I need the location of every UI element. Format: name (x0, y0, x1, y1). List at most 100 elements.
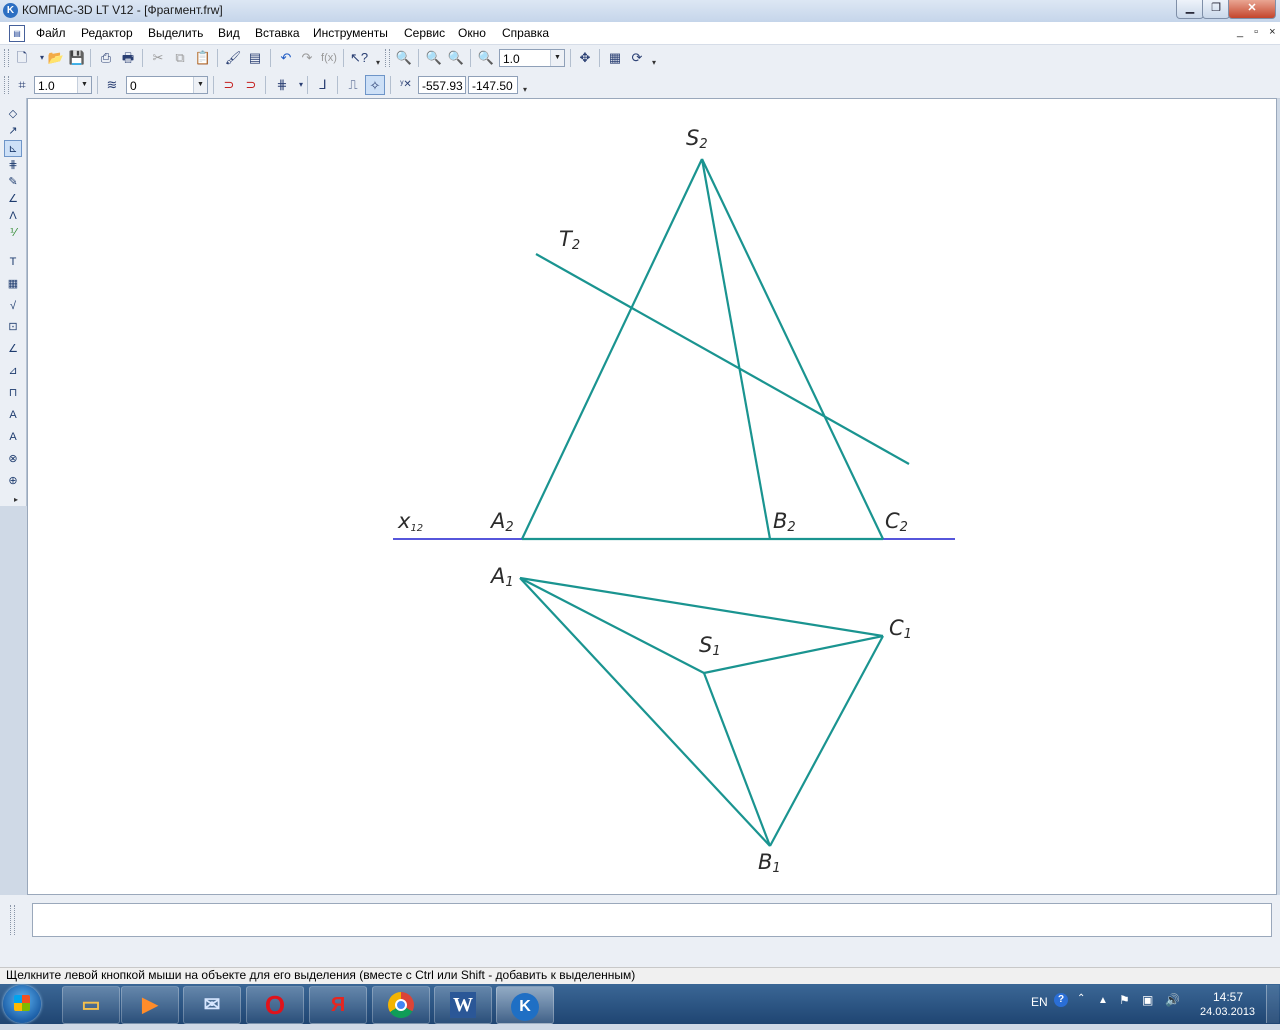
panel-expand-icon[interactable]: ▸ (14, 495, 18, 504)
toolbar-more-icon[interactable]: ▾ (521, 76, 529, 94)
zoom-in-icon[interactable]: 🔍 (424, 48, 444, 68)
chevron-down-icon[interactable]: ▼ (550, 50, 564, 66)
coord-y-field[interactable]: -147.50 (468, 76, 518, 94)
tolerance-icon[interactable]: ⊓ (4, 385, 22, 402)
options-icon[interactable]: ⌃ (1077, 993, 1085, 1004)
copy-icon[interactable]: ⧉ (170, 48, 190, 68)
roughness-icon[interactable]: √ (4, 298, 22, 315)
restore-button[interactable]: ❐ (1202, 0, 1230, 19)
text-icon[interactable]: T (4, 254, 22, 271)
mail-icon[interactable]: ✉ (183, 986, 241, 1024)
grid-icon[interactable]: ⋕ (272, 75, 292, 95)
yandex-icon[interactable]: Я (309, 986, 367, 1024)
cut-icon[interactable]: ✂ (148, 48, 168, 68)
close-button[interactable]: ✕ (1228, 0, 1276, 19)
position-leader-icon[interactable]: ⊿ (4, 363, 22, 380)
zoom-combo[interactable]: 1.0 ▼ (499, 49, 565, 67)
cursor-step-icon[interactable]: ⌗ (12, 75, 32, 95)
clock-time[interactable]: 14:57 (1213, 990, 1243, 1004)
panel-grip[interactable] (10, 905, 15, 935)
show-all-icon[interactable]: ▦ (605, 48, 625, 68)
step-combo[interactable]: 1.0 ▼ (34, 76, 92, 94)
menu-editor[interactable]: Редактор (81, 26, 133, 40)
function-icon[interactable]: f(x) (319, 48, 339, 68)
datum-icon[interactable]: ⊡ (4, 319, 22, 336)
document-icon[interactable]: ▤ (9, 25, 25, 42)
word-icon[interactable]: W (434, 986, 492, 1024)
print-preview-icon[interactable]: ⎙ (96, 48, 116, 68)
show-hidden-icons-icon[interactable]: ▲ (1098, 995, 1108, 1006)
toolbar-grip[interactable] (4, 49, 9, 67)
language-indicator[interactable]: EN (1031, 995, 1048, 1009)
menu-window[interactable]: Окно (458, 26, 486, 40)
new-document-icon[interactable]: 🗋 (12, 48, 32, 68)
clock-date[interactable]: 24.03.2013 (1200, 1006, 1255, 1018)
menu-file[interactable]: Файл (36, 26, 66, 40)
zoom-window-icon[interactable]: 🔍 (394, 48, 414, 68)
refresh-icon[interactable]: ⟳ (627, 48, 647, 68)
properties-list-icon[interactable]: ▤ (245, 48, 265, 68)
menu-select[interactable]: Выделить (148, 26, 203, 40)
kompas-icon[interactable]: K (496, 986, 554, 1024)
open-folder-icon[interactable]: 📂 (46, 48, 66, 68)
drawing-canvas[interactable]: S2 T2 x12 A2 B2 C2 A1 C1 S1 B1 (27, 98, 1277, 895)
toolbar-grip[interactable] (385, 49, 390, 67)
ortho-mode-icon[interactable]: ⎍ (343, 75, 363, 95)
menu-view[interactable]: Вид (218, 26, 240, 40)
view-arrow-icon[interactable]: A (4, 407, 22, 424)
parametric-mode-icon[interactable]: ✧ (365, 75, 385, 95)
center-mark-icon[interactable]: ⊗ (4, 451, 22, 468)
geometry-icon[interactable]: ◇ (4, 106, 22, 123)
geometry-tools-icon[interactable]: ⊾ (4, 140, 22, 157)
paste-icon[interactable]: 📋 (193, 48, 213, 68)
copy-properties-icon[interactable]: 🖌 (223, 48, 243, 68)
table-icon[interactable]: ▦ (4, 276, 22, 293)
coord-x-field[interactable]: -557.93 (418, 76, 466, 94)
context-help-icon[interactable]: ↖? (349, 48, 369, 68)
zoom-out-icon[interactable]: 🔍 (446, 48, 466, 68)
document-window-controls[interactable]: _ ▫ × (1237, 26, 1280, 38)
parametrization-icon[interactable]: ⋕ (4, 157, 22, 174)
dimensions-icon[interactable]: ↗ (4, 123, 22, 140)
section-icon[interactable]: A (4, 429, 22, 446)
explorer-icon[interactable]: ▭ (62, 986, 120, 1024)
axis-icon[interactable]: ⊕ (4, 473, 22, 490)
chrome-icon[interactable] (372, 986, 430, 1024)
layer-combo[interactable]: 0 ▼ (126, 76, 208, 94)
print-icon[interactable]: 🖶 (118, 48, 138, 68)
action-center-flag-icon[interactable]: ⚑ (1119, 993, 1130, 1007)
undo-icon[interactable]: ↶ (276, 48, 296, 68)
zoom-scale-icon[interactable]: 🔍 (476, 48, 496, 68)
minimize-button[interactable]: ▁ (1176, 0, 1204, 19)
toolbar-grip[interactable] (4, 76, 9, 94)
kompas-app-icon[interactable]: K (3, 3, 18, 18)
editing-icon[interactable]: ✎ (4, 174, 22, 191)
chevron-down-icon[interactable]: ▼ (193, 77, 207, 93)
menu-service[interactable]: Сервис (404, 26, 445, 40)
menu-insert[interactable]: Вставка (255, 26, 300, 40)
pan-icon[interactable]: ✥ (575, 48, 595, 68)
grid-dropdown-icon[interactable]: ▾ (291, 75, 311, 95)
menu-help[interactable]: Справка (502, 26, 549, 40)
help-icon[interactable]: ? (1054, 993, 1068, 1007)
chevron-down-icon[interactable]: ▼ (77, 77, 91, 93)
media-player-icon[interactable]: ▶ (121, 986, 179, 1024)
measurements-icon[interactable]: ∠ (4, 191, 22, 208)
local-cs-icon[interactable]: ⅃ (313, 75, 333, 95)
show-desktop-button[interactable] (1266, 985, 1279, 1023)
local-snap-icon[interactable]: ⊃ (241, 75, 261, 95)
command-box[interactable] (32, 903, 1272, 937)
selection-icon[interactable]: Λ (4, 208, 22, 225)
leader-icon[interactable]: ∠ (4, 341, 22, 358)
snap-magnet-icon[interactable]: ⊃ (219, 75, 239, 95)
menu-tools[interactable]: Инструменты (313, 26, 388, 40)
network-icon[interactable]: ▣ (1142, 993, 1153, 1007)
opera-icon[interactable]: O (246, 986, 304, 1024)
volume-icon[interactable]: 🔊 (1165, 993, 1180, 1007)
redo-icon[interactable]: ↷ (297, 48, 317, 68)
start-button[interactable] (3, 985, 41, 1023)
save-icon[interactable]: 💾 (67, 48, 87, 68)
drawing-svg[interactable]: S2 T2 x12 A2 B2 C2 A1 C1 S1 B1 (28, 99, 1278, 896)
layers-icon[interactable]: ≋ (102, 75, 122, 95)
spec-icon[interactable]: ⅟ (4, 225, 22, 242)
